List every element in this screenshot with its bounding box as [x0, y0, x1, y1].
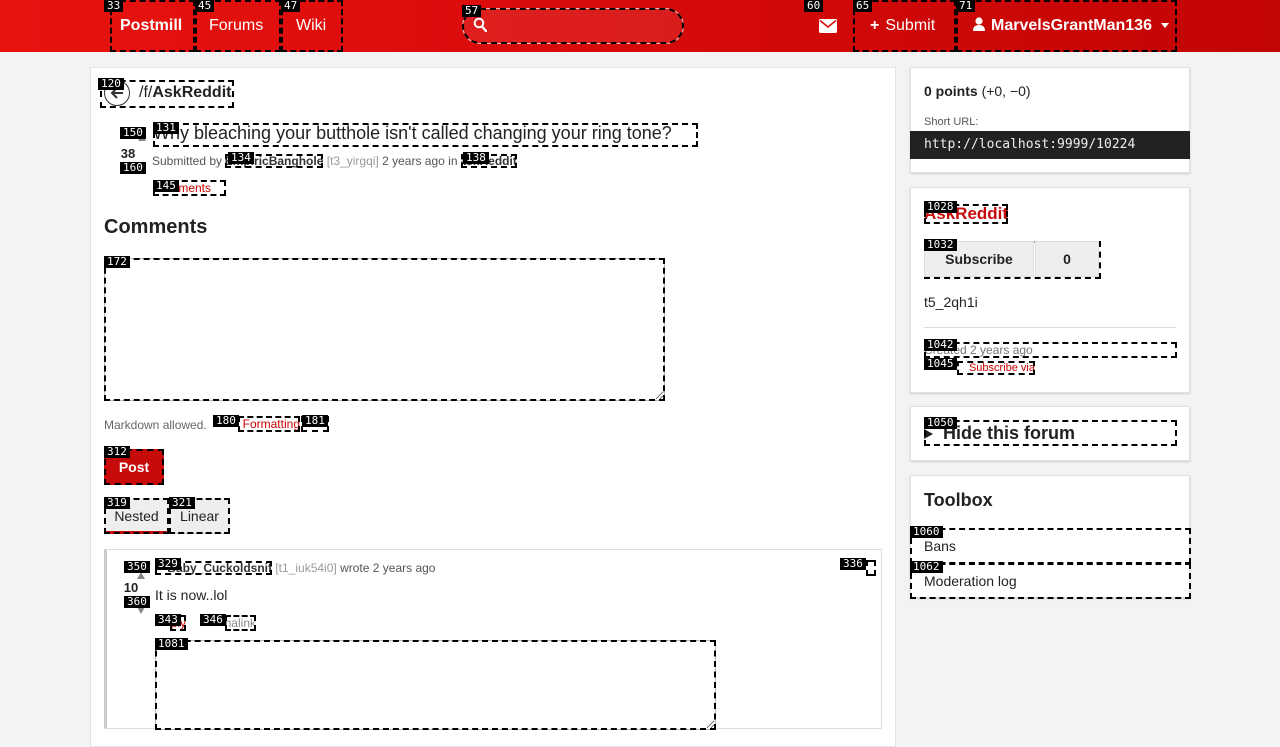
label-tag: 60 [804, 0, 824, 12]
search-icon [473, 17, 487, 33]
label-tag: 1081 [155, 638, 188, 650]
label-tag: 336 [840, 558, 866, 570]
short-url-field[interactable]: http://localhost:9999/10224 [910, 131, 1190, 159]
post-points: 0 points (+0, −0) [924, 83, 1031, 99]
search-box[interactable] [462, 8, 684, 44]
forum-created[interactable]: Created 2 years ago [924, 342, 1177, 358]
comment-id: [t1_iuk54i0] [275, 561, 337, 575]
post-title[interactable]: Why bleaching your butthole isn't called… [153, 123, 698, 147]
submit-label: Submit [885, 17, 936, 34]
rss-link[interactable]: Subscribe via RSS [957, 361, 1035, 375]
points-detail: (+0, −0) [981, 83, 1031, 99]
label-tag: 1050 [924, 417, 957, 429]
label-tag: 1042 [924, 339, 957, 351]
comment-permalink-link[interactable]: Permalink [225, 615, 256, 631]
forum-prefix: /f/ [139, 84, 153, 101]
forum-crumb-name: AskReddit [152, 84, 232, 101]
label-tag: 33 [104, 0, 124, 12]
label-tag: 150 [120, 127, 146, 139]
comment-menu-button[interactable] [866, 560, 876, 576]
markdown-note: Markdown allowed. [104, 418, 207, 432]
sidebar-divider [924, 327, 1176, 328]
label-tag: 160 [120, 162, 146, 174]
label-tag: 343 [155, 614, 181, 626]
bans-link[interactable]: Bans [910, 528, 1191, 564]
label-tag: 57 [462, 5, 482, 17]
toolbox-heading: Toolbox [924, 490, 993, 510]
label-tag: 131 [153, 122, 179, 134]
label-tag: 1062 [910, 561, 943, 573]
label-tag: 360 [124, 596, 150, 608]
user-menu[interactable]: MarvelsGrantMan136 [956, 0, 1177, 52]
envelope-icon [819, 18, 837, 33]
post-id: [t3_yirgqi] [326, 154, 379, 168]
short-url-label: Short URL: [924, 116, 979, 128]
top-navbar: Postmill Forums Wiki + Submit MarvelsGran… [0, 0, 1280, 52]
label-tag: 329 [155, 558, 181, 570]
label-tag: 138 [463, 152, 489, 164]
post-time: 2 years ago in [382, 154, 458, 168]
comments-heading: Comments [104, 216, 208, 238]
label-tag: 181 [302, 415, 328, 427]
username-label: MarvelsGrantMan136 [991, 17, 1152, 34]
label-tag: 45 [195, 0, 215, 12]
label-tag: 71 [956, 0, 976, 12]
user-icon [973, 17, 985, 31]
label-tag: 65 [853, 0, 873, 12]
search-input[interactable] [497, 13, 677, 41]
label-tag: 346 [200, 614, 226, 626]
moderation-log-link[interactable]: Moderation log [910, 563, 1191, 599]
label-tag: 180 [213, 415, 239, 427]
disclosure-triangle-icon [924, 429, 933, 440]
submitted-by-label: Submitted by [152, 154, 223, 168]
label-tag: 120 [98, 78, 124, 90]
label-tag: 321 [169, 497, 195, 509]
label-tag: 172 [104, 256, 130, 268]
comment-meta: Baby_Cuckoldsnif [t1_iuk54i0] wrote 2 ye… [155, 561, 435, 575]
comment-vote-count: 10 [123, 580, 139, 595]
label-tag: 312 [104, 446, 130, 458]
caret-down-icon [1161, 23, 1170, 29]
comment-textarea[interactable] [104, 258, 665, 401]
label-tag: 319 [104, 497, 130, 509]
points-bold: 0 points [924, 83, 978, 99]
formatting-help-link[interactable]: Formatting help [238, 416, 300, 432]
comment-time: wrote 2 years ago [340, 561, 436, 575]
label-tag: 47 [281, 0, 301, 12]
plus-icon: + [870, 17, 880, 34]
post-vote-count: 38 [120, 146, 136, 161]
label-tag: 134 [228, 152, 254, 164]
label-tag: 1045 [924, 358, 957, 370]
forum-id: t5_2qh1i [924, 294, 978, 310]
label-tag: 1060 [910, 526, 943, 538]
reply-textarea[interactable] [155, 640, 716, 730]
hide-forum-label: Hide this forum [943, 423, 1076, 443]
label-tag: 350 [124, 561, 150, 573]
label-tag: 145 [153, 180, 179, 192]
label-tag: 1028 [924, 201, 957, 213]
label-tag: 1032 [924, 239, 957, 251]
hide-forum-toggle[interactable]: Hide this forum [924, 420, 1177, 446]
subscriber-count[interactable]: 0 [1035, 241, 1099, 277]
comment-body: It is now..lol [155, 587, 228, 603]
